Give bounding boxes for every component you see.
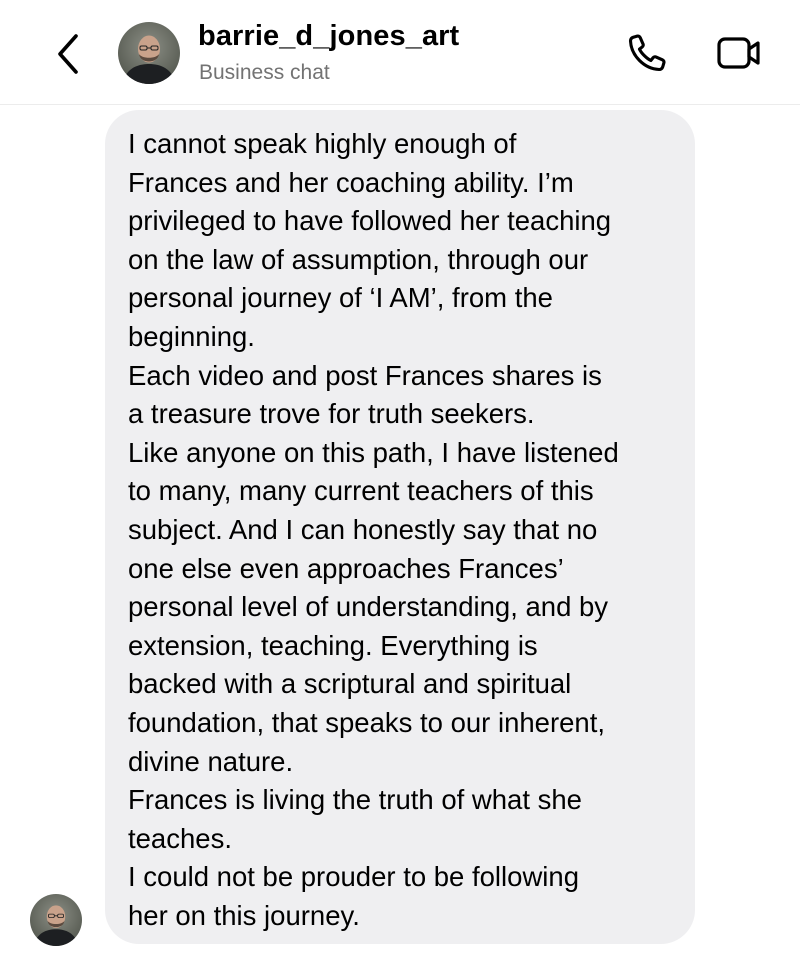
message-line: beginning. — [128, 320, 255, 352]
message-line: Each video and post Frances shares is — [128, 359, 602, 391]
message-line: a treasure trove for truth seekers. — [128, 398, 535, 430]
message-line: teaches. — [128, 822, 232, 854]
message-line: I could not be prouder to be following — [128, 861, 579, 893]
message-line: one else even approaches Frances’ — [128, 552, 564, 584]
message-line: I cannot speak highly enough of — [128, 128, 517, 159]
sender-avatar[interactable] — [30, 894, 82, 946]
chat-header: barrie_d_jones_art Business chat — [0, 0, 800, 105]
video-camera-icon — [717, 37, 760, 69]
chat-type-label: Business chat — [199, 61, 330, 84]
message-line: subject. And I can honestly say that no — [128, 513, 598, 545]
message-line: backed with a scriptural and spiritual — [128, 668, 572, 700]
message-line: to many, many current teachers of this — [128, 475, 594, 507]
message-line: foundation, that speaks to our inherent, — [128, 706, 605, 738]
message-line: Like anyone on this path, I have listene… — [128, 436, 619, 468]
message-line: personal journey of ‘I AM’, from the — [128, 282, 553, 314]
message-line: privileged to have followed her teaching — [128, 205, 612, 237]
message-line: on the law of assumption, through our — [128, 243, 589, 275]
message-line: her on this journey. — [128, 899, 360, 931]
message-bubble[interactable]: I cannot speak highly enough of Frances … — [105, 110, 695, 944]
voice-call-button[interactable] — [622, 28, 672, 78]
message-line: Frances is living the truth of what she — [128, 784, 582, 816]
username[interactable]: barrie_d_jones_art — [198, 20, 459, 53]
back-button[interactable] — [48, 30, 88, 78]
video-call-button[interactable] — [712, 28, 766, 78]
phone-icon — [628, 34, 666, 72]
message-line: divine nature. — [128, 745, 294, 777]
message-line: personal level of understanding, and by — [128, 591, 609, 623]
message-line: Frances and her coaching ability. I’m — [128, 166, 574, 198]
profile-avatar[interactable] — [118, 22, 180, 84]
message-line: extension, teaching. Everything is — [128, 629, 538, 661]
chevron-left-icon — [58, 34, 78, 74]
